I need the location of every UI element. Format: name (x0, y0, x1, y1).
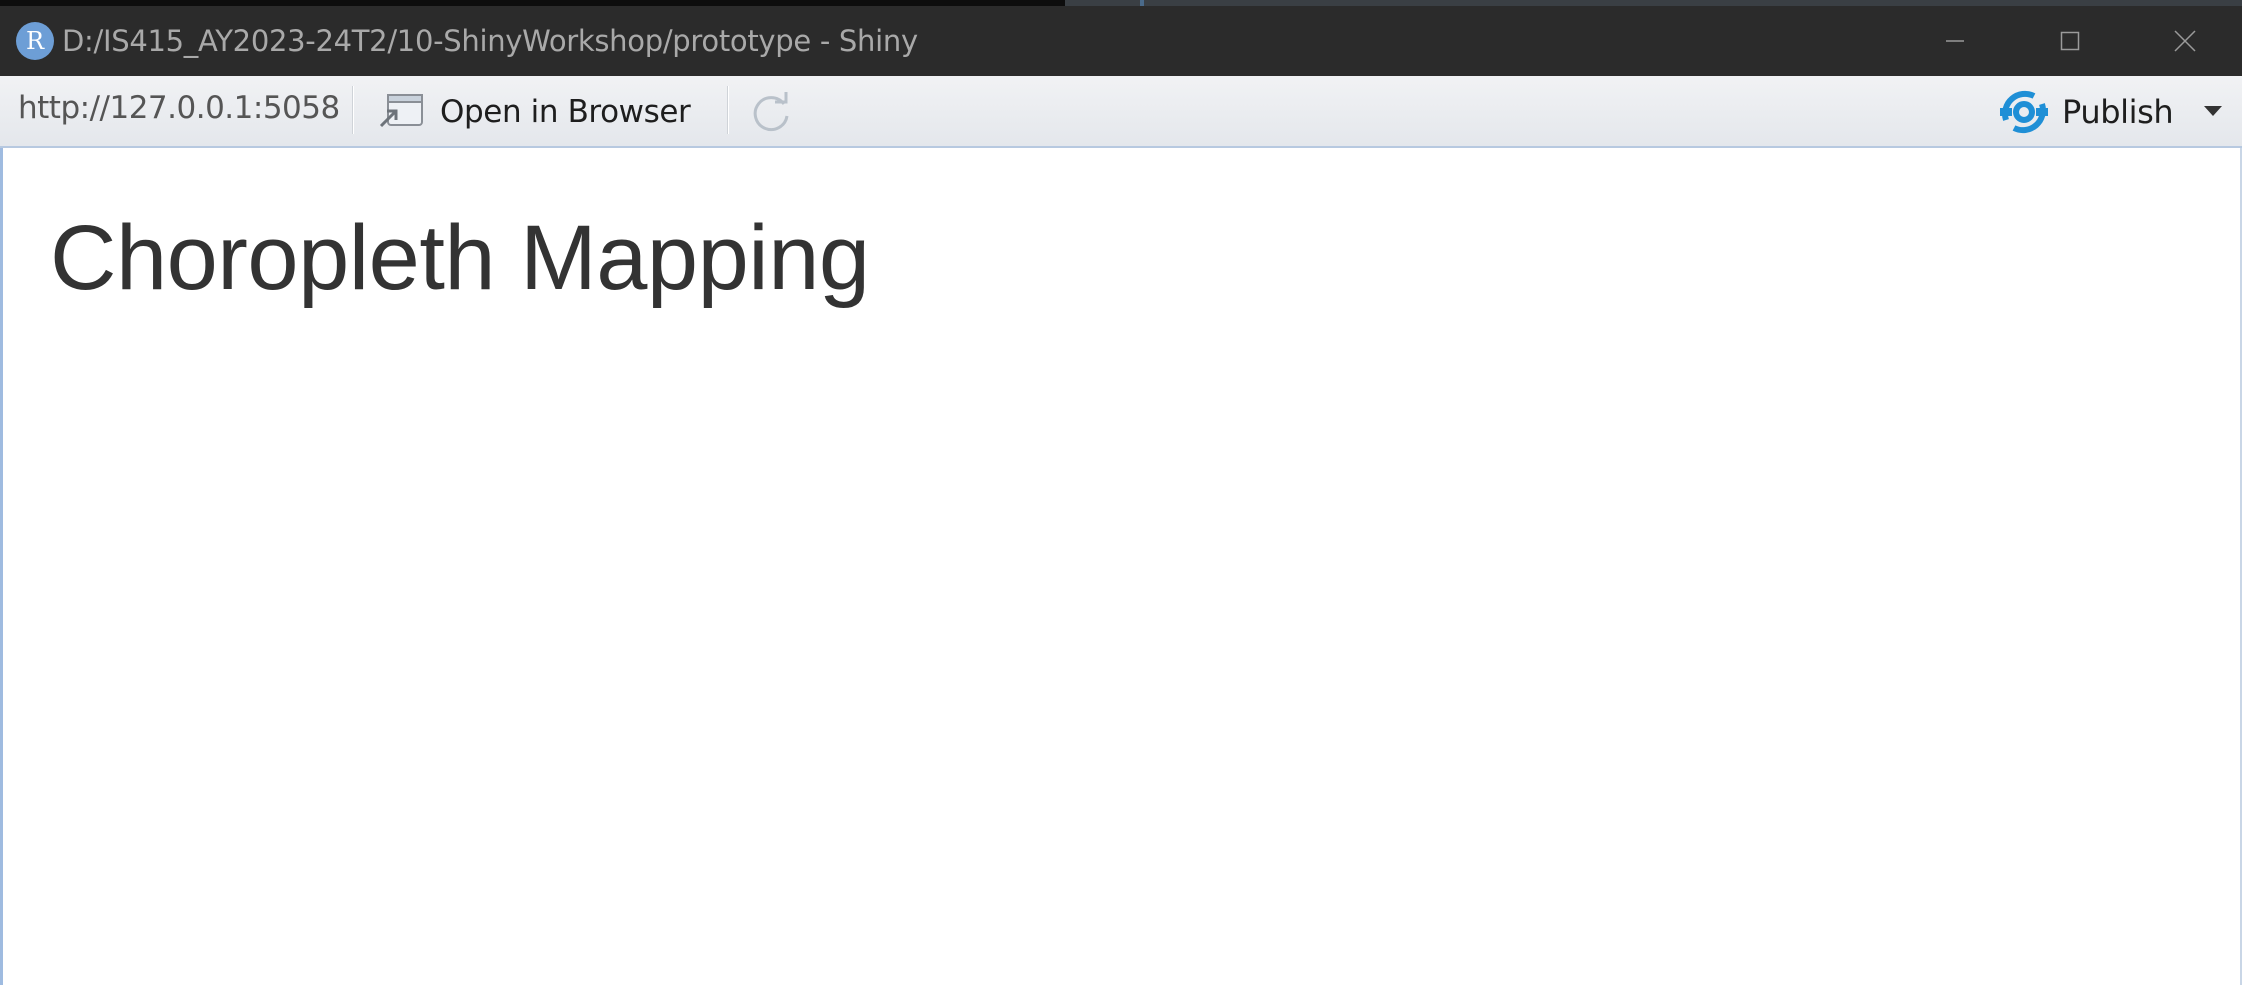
window-titlebar[interactable]: R D:/IS415_AY2023-24T2/10-ShinyWorkshop/… (0, 6, 2242, 76)
toolbar-divider (352, 86, 354, 134)
window-controls (1897, 6, 2242, 76)
app-url: http://127.0.0.1:5058 (18, 90, 340, 126)
maximize-icon (2060, 31, 2079, 51)
window-title: D:/IS415_AY2023-24T2/10-ShinyWorkshop/pr… (62, 24, 918, 58)
open-in-browser-icon (379, 94, 423, 128)
refresh-button[interactable] (746, 88, 796, 138)
publish-button[interactable]: Publish (1998, 86, 2174, 138)
close-button[interactable] (2127, 6, 2242, 76)
open-in-browser-button[interactable]: Open in Browser (378, 86, 691, 138)
close-icon (2173, 30, 2196, 52)
maximize-button[interactable] (2012, 6, 2127, 76)
toolbar-divider (727, 86, 729, 134)
minimize-icon (1945, 40, 1964, 42)
minimize-button[interactable] (1897, 6, 2012, 76)
refresh-icon (753, 92, 789, 132)
publish-dropdown-button[interactable] (2198, 96, 2228, 126)
publish-label: Publish (2062, 93, 2174, 131)
app-viewport: Choropleth Mapping (0, 148, 2242, 985)
page-title: Choropleth Mapping (50, 207, 870, 309)
r-logo-icon: R (16, 22, 54, 60)
caret-down-icon (2204, 106, 2222, 116)
open-in-browser-label: Open in Browser (440, 94, 691, 130)
publish-icon (2000, 90, 2048, 134)
viewer-toolbar: http://127.0.0.1:5058 Open in Browser Pu… (0, 76, 2242, 148)
